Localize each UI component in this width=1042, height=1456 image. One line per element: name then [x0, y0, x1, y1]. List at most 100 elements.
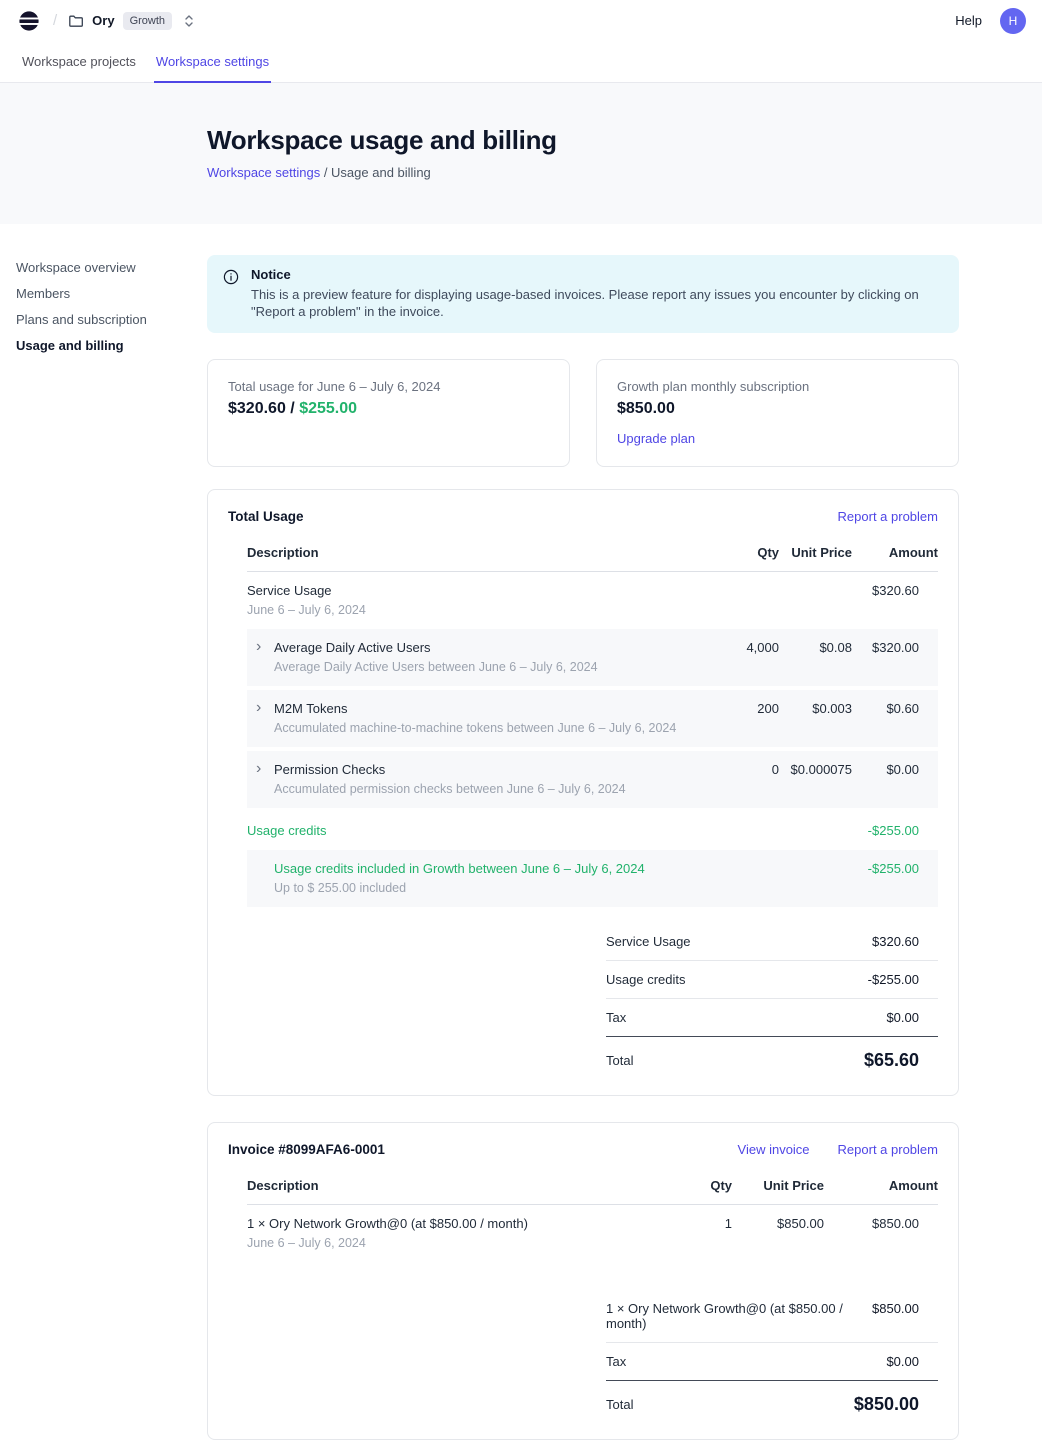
col-description: Description	[247, 539, 689, 571]
invoice-panel: Invoice #8099AFA6-0001 View invoice Repo…	[207, 1122, 959, 1440]
row-amount: -$255.00	[852, 812, 938, 849]
usage-summary: Service Usage $320.60 Usage credits -$25…	[606, 923, 938, 1071]
total-row: Total $850.00	[606, 1381, 938, 1415]
summary-label: Tax	[606, 1010, 626, 1025]
total-row: Total $65.60	[606, 1037, 938, 1071]
row-unit-price: $0.003	[779, 690, 852, 727]
folder-icon	[68, 13, 84, 29]
usage-panel: Total Usage Report a problem Description…	[207, 489, 959, 1096]
page-header: Workspace usage and billing Workspace se…	[0, 83, 1042, 224]
row-subtitle: June 6 – July 6, 2024	[247, 603, 689, 618]
row-name: Average Daily Active Users	[274, 640, 598, 656]
usage-panel-title: Total Usage	[228, 509, 304, 524]
summary-row: Tax $0.00	[606, 999, 938, 1037]
breadcrumb-current: / Usage and billing	[320, 165, 431, 180]
invoice-title: Invoice #8099AFA6-0001	[228, 1142, 385, 1157]
chevron-right-icon[interactable]: ›	[256, 701, 274, 736]
summary-row: Service Usage $320.60	[606, 923, 938, 961]
workspace-switcher-icon[interactable]	[182, 13, 196, 29]
sidebar-item-workspace-overview[interactable]: Workspace overview	[16, 261, 188, 274]
main-content: Notice This is a preview feature for dis…	[207, 224, 959, 1440]
summary-value: $850.00	[872, 1301, 938, 1331]
avatar[interactable]: H	[1000, 8, 1026, 34]
col-description: Description	[247, 1172, 645, 1204]
table-row[interactable]: › Permission Checks Accumulated permissi…	[247, 751, 938, 808]
sidebar-item-members[interactable]: Members	[16, 287, 188, 300]
col-unit-price: Unit Price	[779, 539, 852, 571]
ory-logo[interactable]	[18, 10, 40, 32]
page-title: Workspace usage and billing	[207, 125, 1042, 156]
tab-bar: Workspace projects Workspace settings	[0, 41, 1042, 83]
chevron-right-icon[interactable]: ›	[256, 640, 274, 675]
row-name: Usage credits included in Growth between…	[274, 861, 689, 877]
sidebar-item-plans-and-subscription[interactable]: Plans and subscription	[16, 313, 188, 326]
table-row[interactable]: › M2M Tokens Accumulated machine-to-mach…	[247, 690, 938, 747]
summary-label: Tax	[606, 1354, 626, 1369]
table-header: Description Qty Unit Price Amount	[247, 539, 938, 572]
report-problem-link[interactable]: Report a problem	[838, 509, 938, 524]
report-problem-link[interactable]: Report a problem	[838, 1142, 938, 1157]
breadcrumb: Workspace settings / Usage and billing	[207, 165, 1042, 180]
col-unit-price: Unit Price	[732, 1172, 824, 1204]
row-subtitle: June 6 – July 6, 2024	[247, 1236, 645, 1251]
table-row: Service Usage June 6 – July 6, 2024 $320…	[247, 572, 938, 629]
usage-credit-amount: $255.00	[299, 400, 357, 417]
table-header: Description Qty Unit Price Amount	[247, 1172, 938, 1205]
col-qty: Qty	[689, 539, 779, 571]
col-amount: Amount	[852, 539, 938, 571]
row-qty: 200	[689, 690, 779, 727]
col-qty: Qty	[645, 1172, 732, 1204]
row-name: M2M Tokens	[274, 701, 676, 717]
row-amount: -$255.00	[852, 850, 938, 887]
row-amount: $320.00	[852, 629, 938, 666]
notice-title: Notice	[251, 267, 943, 283]
upgrade-plan-link[interactable]: Upgrade plan	[617, 431, 938, 446]
notice-banner: Notice This is a preview feature for dis…	[207, 255, 959, 333]
row-amount: $0.00	[852, 751, 938, 788]
help-link[interactable]: Help	[955, 13, 982, 28]
row-unit-price: $850.00	[732, 1205, 824, 1242]
usage-amount: $320.60	[228, 400, 286, 417]
breadcrumb-link[interactable]: Workspace settings	[207, 165, 320, 180]
topbar: / Ory Growth Help H	[0, 0, 1042, 41]
row-qty: 4,000	[689, 629, 779, 666]
summary-label: 1 × Ory Network Growth@0 (at $850.00 / m…	[606, 1301, 872, 1331]
summary-label: Usage credits	[606, 972, 685, 987]
view-invoice-link[interactable]: View invoice	[738, 1142, 810, 1157]
row-subtitle: Accumulated machine-to-machine tokens be…	[274, 721, 676, 736]
row-subtitle: Average Daily Active Users between June …	[274, 660, 598, 675]
usage-summary-value: $320.60 / $255.00	[228, 400, 549, 418]
row-amount: $0.60	[852, 690, 938, 727]
tab-workspace-settings[interactable]: Workspace settings	[154, 41, 271, 83]
summary-value: $0.00	[886, 1354, 938, 1369]
summary-row: Usage credits -$255.00	[606, 961, 938, 999]
table-row[interactable]: › Average Daily Active Users Average Dai…	[247, 629, 938, 686]
plan-card: Growth plan monthly subscription $850.00…	[596, 359, 959, 467]
chevron-right-icon[interactable]: ›	[256, 762, 274, 797]
tab-workspace-projects[interactable]: Workspace projects	[20, 41, 138, 83]
sidebar-item-usage-and-billing[interactable]: Usage and billing	[16, 339, 188, 352]
row-unit-price: $0.000075	[779, 751, 852, 788]
row-name: Permission Checks	[274, 762, 626, 778]
notice-body: This is a preview feature for displaying…	[251, 286, 943, 320]
summary-row: Tax $0.00	[606, 1343, 938, 1381]
row-name: Usage credits	[247, 823, 689, 839]
row-subtitle: Accumulated permission checks between Ju…	[274, 782, 626, 797]
total-label: Total	[606, 1397, 633, 1412]
info-icon	[223, 269, 239, 320]
total-value: $65.60	[864, 1050, 938, 1071]
sidebar: Workspace overview Members Plans and sub…	[16, 261, 188, 365]
plan-badge: Growth	[123, 12, 172, 30]
plan-amount: $850.00	[617, 400, 938, 418]
summary-value: $320.60	[872, 934, 938, 949]
summary-value: $0.00	[886, 1010, 938, 1025]
workspace-name[interactable]: Ory	[92, 13, 114, 28]
usage-summary-card: Total usage for June 6 – July 6, 2024 $3…	[207, 359, 570, 467]
table-row: Usage credits included in Growth between…	[247, 850, 938, 907]
row-subtitle: Up to $ 255.00 included	[274, 881, 689, 896]
usage-summary-label: Total usage for June 6 – July 6, 2024	[228, 379, 549, 394]
row-name: 1 × Ory Network Growth@0 (at $850.00 / m…	[247, 1216, 645, 1232]
row-qty: 0	[689, 751, 779, 788]
table-row: Usage credits -$255.00	[247, 812, 938, 850]
col-amount: Amount	[824, 1172, 938, 1204]
